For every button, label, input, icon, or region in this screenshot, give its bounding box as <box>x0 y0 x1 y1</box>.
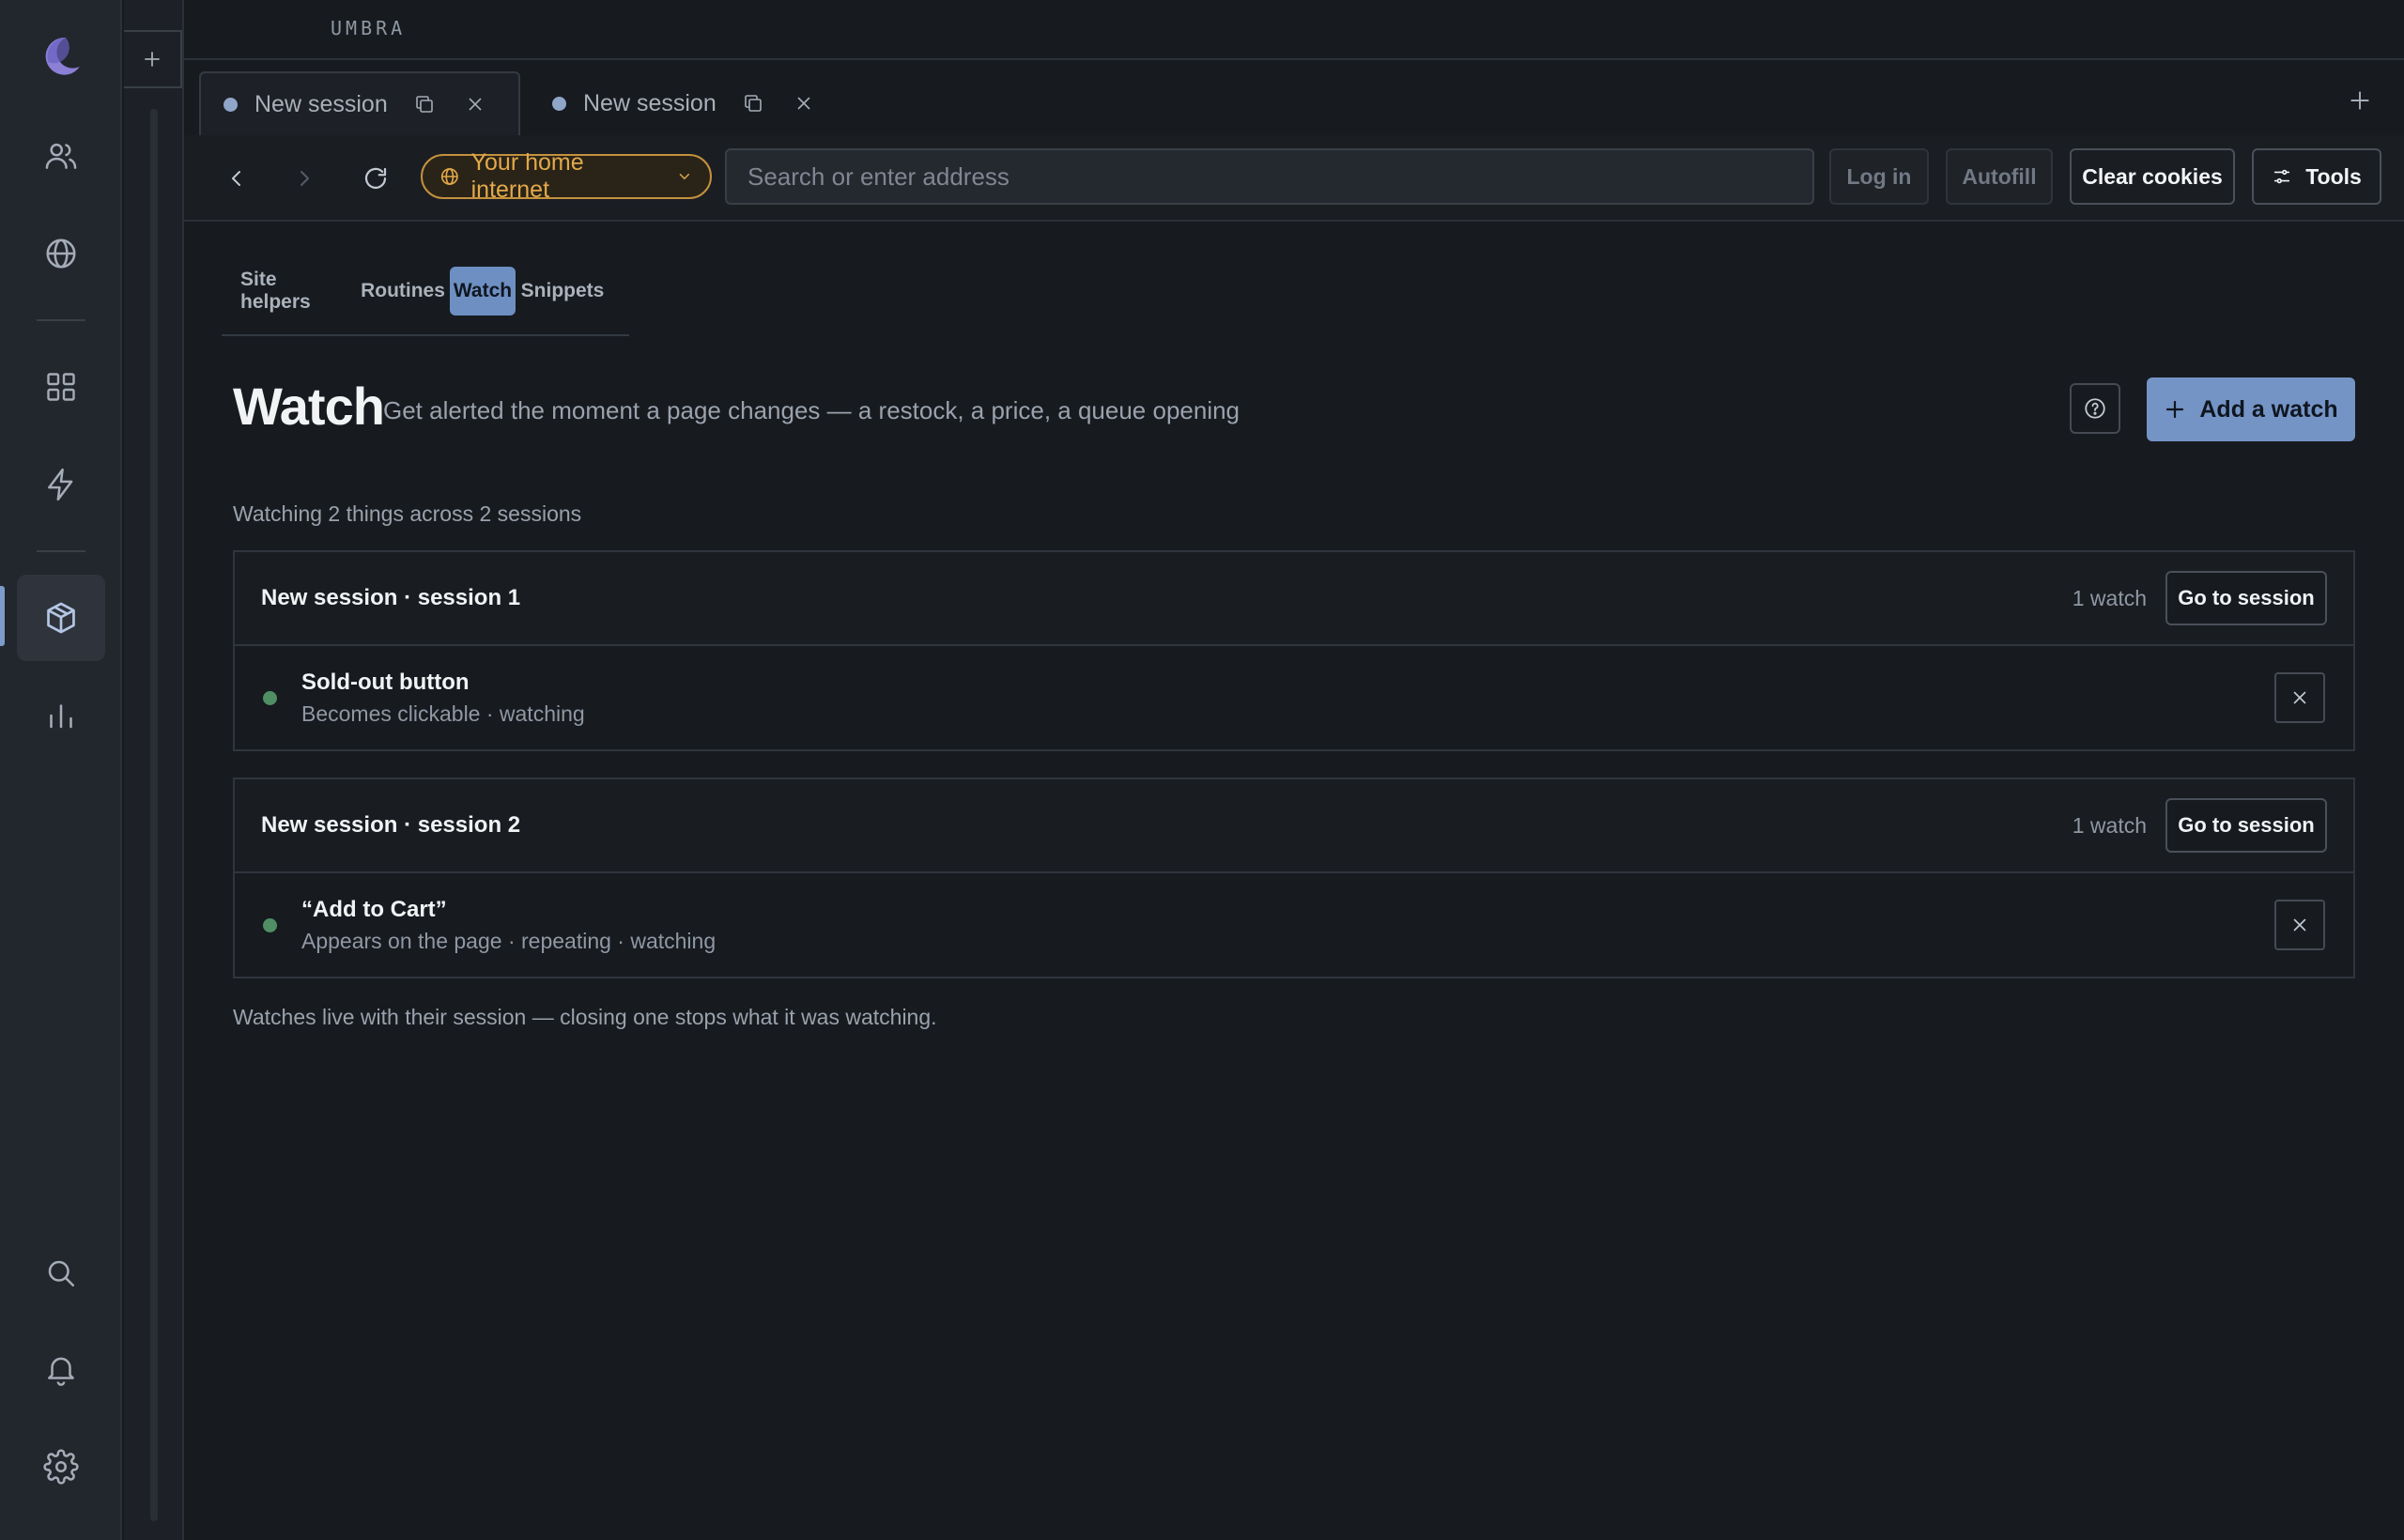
tools-label: Tools <box>2305 163 2362 189</box>
rail-divider <box>37 319 85 321</box>
new-session-button[interactable] <box>124 30 182 88</box>
close-icon <box>2293 691 2306 704</box>
network-label: Your home internet <box>470 149 584 203</box>
sliders-icon <box>2274 169 2290 184</box>
strip-scrollbar[interactable] <box>150 109 158 1521</box>
add-watch-button[interactable]: Add a watch <box>2147 377 2355 441</box>
go-to-session-button[interactable]: Go to session <box>2165 571 2327 625</box>
reload-icon <box>364 167 387 190</box>
watch-status-dot <box>263 690 277 705</box>
watch-summary: Watching 2 things across 2 sessions <box>233 501 582 526</box>
duplicate-tab-icon[interactable] <box>408 88 440 120</box>
plus-icon <box>2350 91 2369 110</box>
search-icon[interactable] <box>17 1230 105 1317</box>
page-title: Watch <box>233 377 385 436</box>
remove-watch-button[interactable] <box>2274 672 2325 723</box>
bell-icon[interactable] <box>17 1326 105 1412</box>
tab-routines[interactable]: Routines <box>361 267 445 316</box>
users-icon[interactable] <box>17 113 105 199</box>
new-tab-button[interactable] <box>2342 83 2378 118</box>
browser-tab-1[interactable]: New session <box>199 71 520 135</box>
add-watch-label: Add a watch <box>2199 395 2338 423</box>
icon-rail <box>0 0 122 1540</box>
tab-snippets[interactable]: Snippets <box>520 267 605 316</box>
bar-chart-icon[interactable] <box>17 672 105 759</box>
watch-item: Sold-out button Becomes clickable · watc… <box>235 646 2353 749</box>
plus-icon <box>2166 400 2184 419</box>
duplicate-tab-icon[interactable] <box>737 87 769 119</box>
autofill-button[interactable]: Autofill <box>1946 148 2053 205</box>
watch-meta: Appears on the page · repeating · watchi… <box>301 928 717 953</box>
grid-icon[interactable] <box>17 344 105 430</box>
tab-label: New session <box>254 90 388 117</box>
watch-footnote: Watches live with their session — closin… <box>233 1005 937 1029</box>
tab-site-helpers[interactable]: Site helpers <box>240 267 349 316</box>
close-tab-icon[interactable] <box>459 88 491 120</box>
remove-watch-button[interactable] <box>2274 900 2325 950</box>
watch-item: “Add to Cart” Appears on the page · repe… <box>235 873 2353 977</box>
watch-meta: Becomes clickable · watching <box>301 701 585 726</box>
app-brand: UMBRA <box>331 17 407 39</box>
tab-status-dot <box>552 96 566 111</box>
tab-status-dot <box>223 97 238 112</box>
watch-status-dot <box>263 917 277 932</box>
page-subtitle: Get alerted the moment a page changes — … <box>383 396 1241 424</box>
help-button[interactable] <box>2070 383 2120 434</box>
login-button[interactable]: Log in <box>1829 148 1929 205</box>
watch-name: “Add to Cart” <box>301 896 447 922</box>
watch-count: 1 watch <box>2072 812 2147 838</box>
network-selector[interactable]: Your home internet <box>421 149 712 203</box>
chevron-left-icon <box>232 171 240 186</box>
go-to-session-button[interactable]: Go to session <box>2165 798 2327 853</box>
rail-divider <box>37 550 85 552</box>
session-group-header: New session · session 2 1 watch Go to se… <box>235 779 2353 873</box>
chevron-down-icon <box>679 174 690 180</box>
session-title: New session · session 2 <box>261 812 521 838</box>
session-group-header: New session · session 1 1 watch Go to se… <box>235 552 2353 646</box>
close-tab-icon[interactable] <box>788 87 820 119</box>
tab-label: New session <box>583 89 717 116</box>
gear-icon[interactable] <box>17 1424 105 1510</box>
watch-count: 1 watch <box>2072 585 2147 610</box>
globe-icon <box>440 168 458 185</box>
tools-button[interactable]: Tools <box>2252 148 2381 205</box>
panel-tabs: Site helpers Routines Watch Snippets <box>222 267 629 336</box>
browser-tab-2[interactable]: New session <box>532 71 851 135</box>
session-strip <box>124 0 184 1540</box>
session-group: New session · session 2 1 watch Go to se… <box>233 778 2355 978</box>
watch-name: Sold-out button <box>301 669 470 695</box>
session-group: New session · session 1 1 watch Go to se… <box>233 550 2355 751</box>
plus-icon <box>145 52 160 67</box>
moon-logo-icon[interactable] <box>17 13 105 100</box>
reload-button[interactable] <box>355 158 396 199</box>
browser-toolbar: Your home internet Log in Autofill Clear… <box>184 135 2404 222</box>
clear-cookies-button[interactable]: Clear cookies <box>2070 148 2235 205</box>
session-title: New session · session 1 <box>261 585 521 610</box>
rail-active-indicator <box>0 586 5 646</box>
back-button[interactable] <box>216 158 257 199</box>
address-input[interactable] <box>725 148 1814 205</box>
close-icon <box>2293 918 2306 932</box>
cube-icon[interactable] <box>17 575 105 661</box>
globe-icon[interactable] <box>17 210 105 297</box>
chevron-right-icon <box>300 171 309 186</box>
header-divider <box>184 58 2404 60</box>
forward-button[interactable] <box>284 158 325 199</box>
tab-watch[interactable]: Watch <box>450 267 516 316</box>
help-icon <box>2085 398 2105 419</box>
lightning-icon[interactable] <box>17 441 105 528</box>
